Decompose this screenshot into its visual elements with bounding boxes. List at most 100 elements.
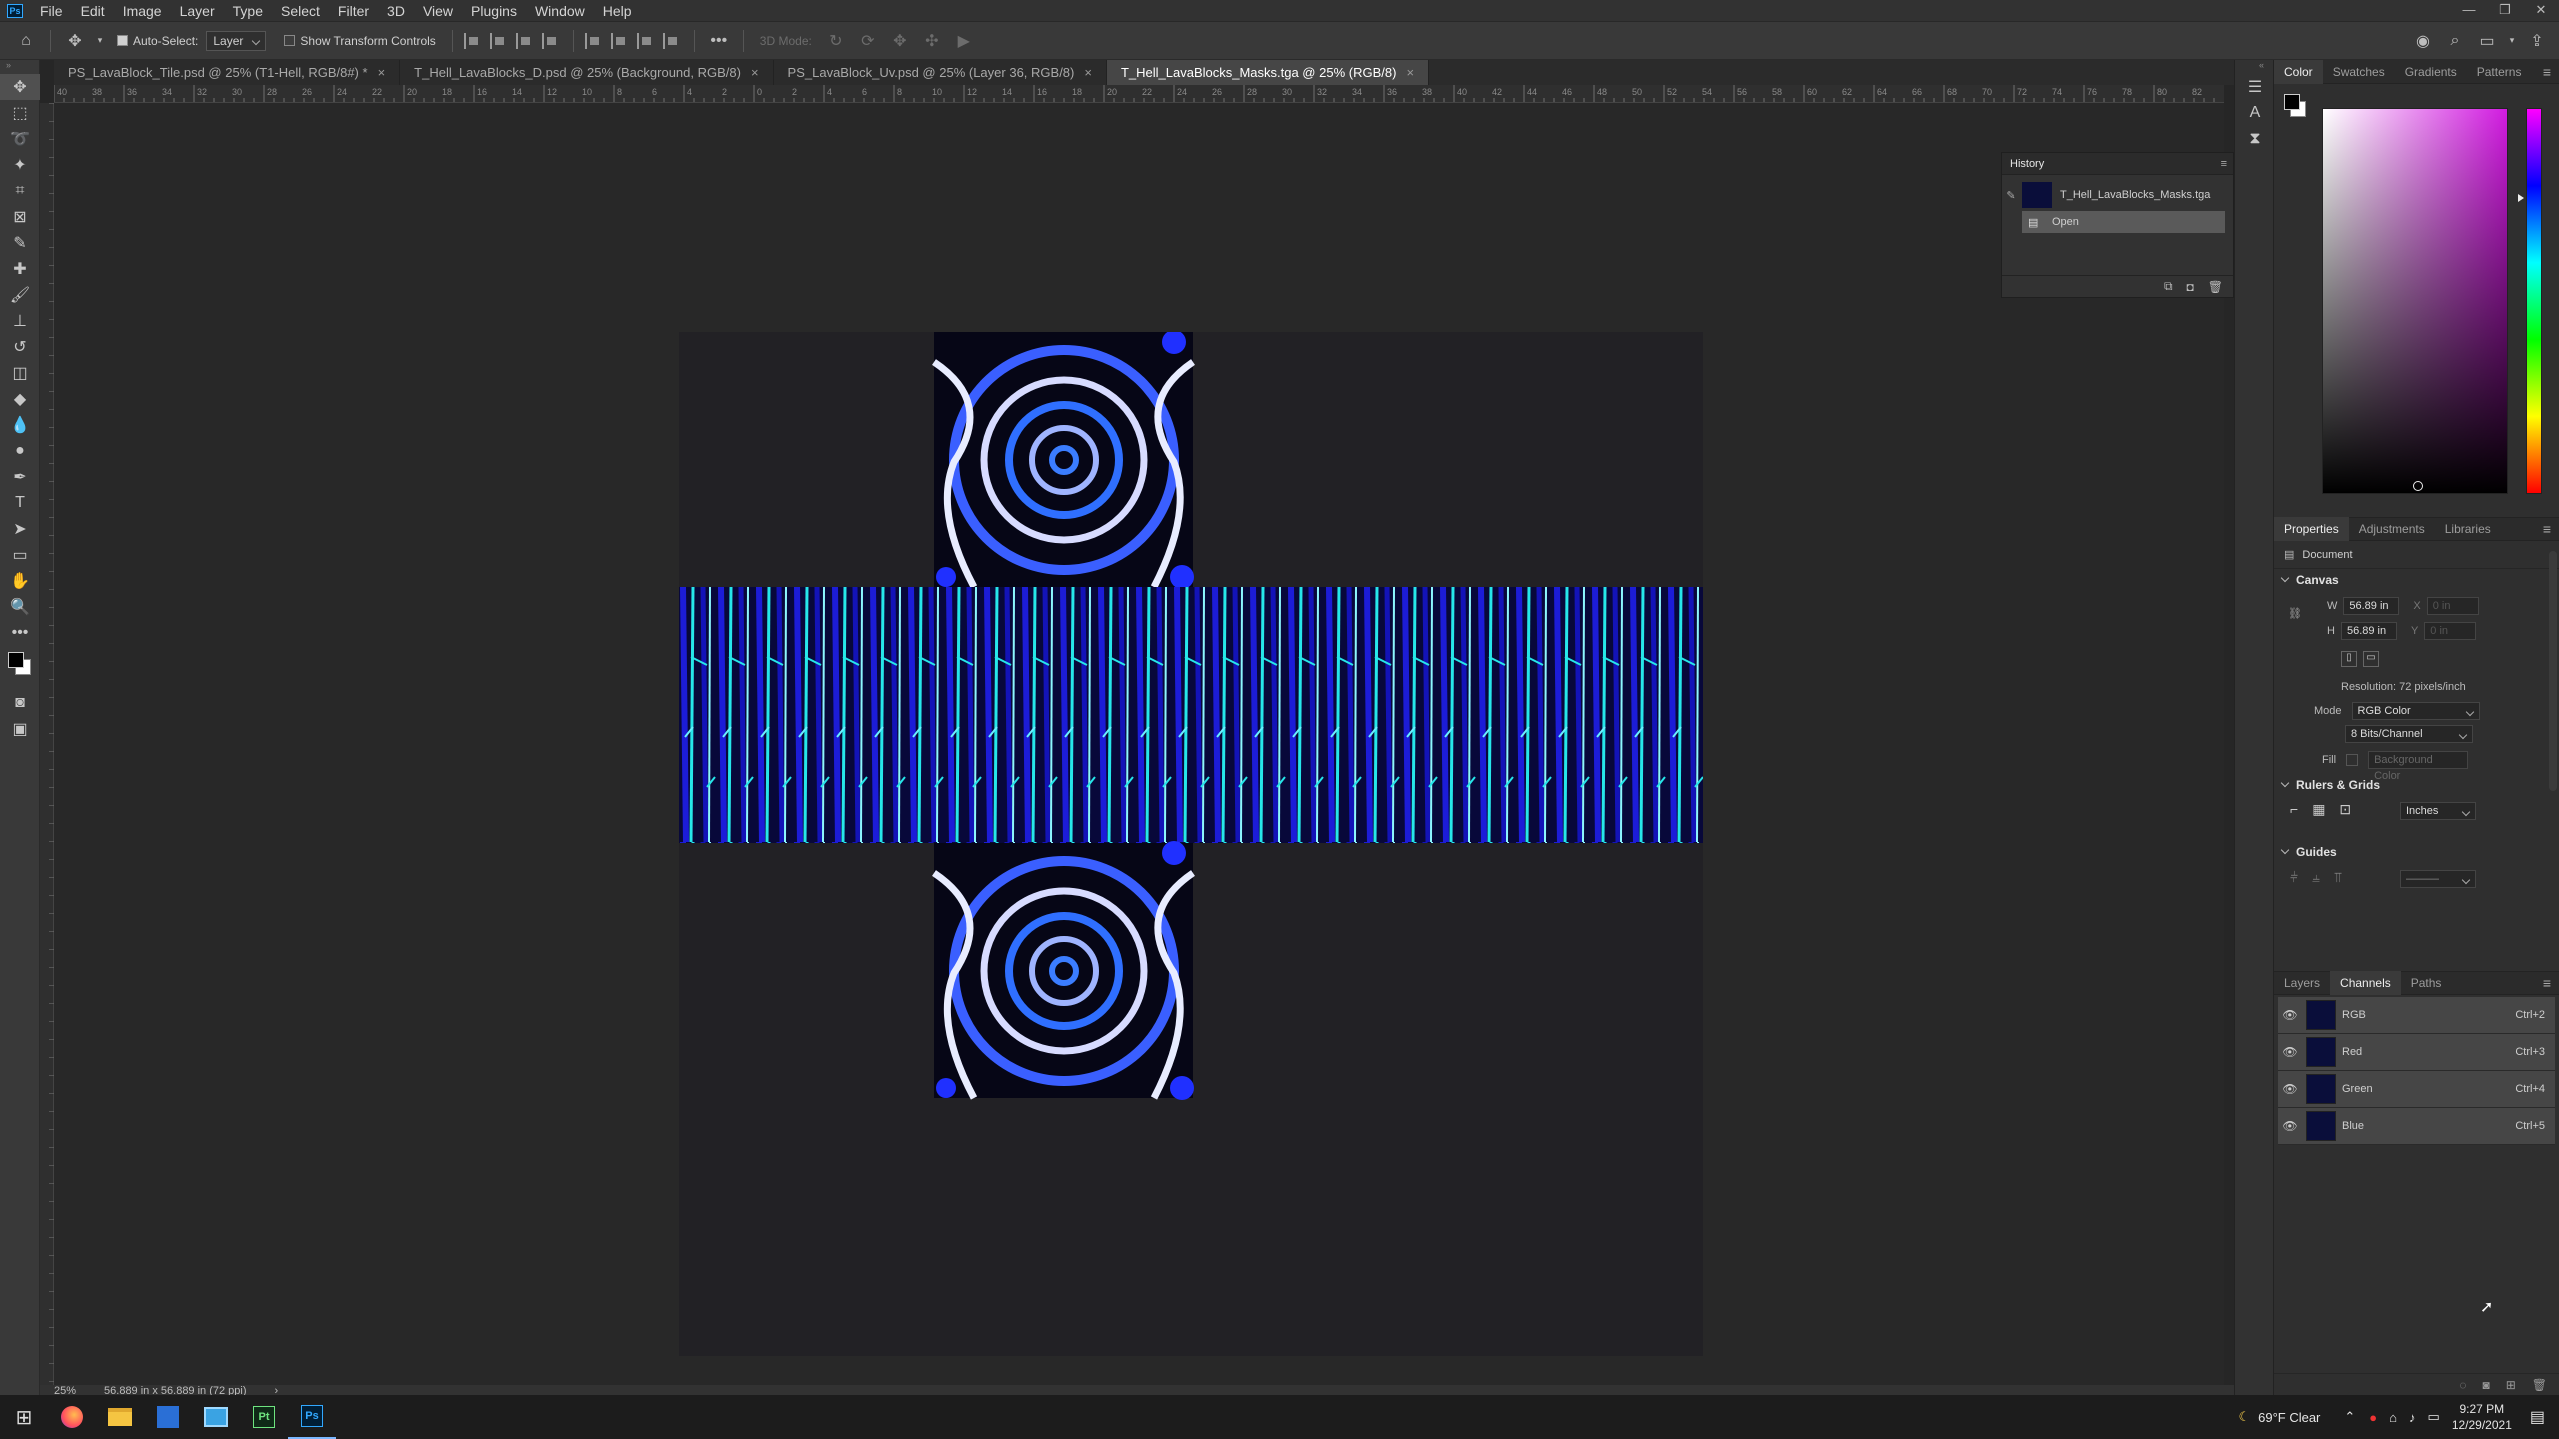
align-bottom-icon[interactable] (636, 32, 657, 49)
path-selection-tool-icon[interactable]: ➤ (0, 516, 40, 542)
guides-lock-icon[interactable]: ⫨ (2312, 869, 2320, 886)
photoshop-logo-icon[interactable]: Ps (7, 3, 23, 18)
hue-slider-handle[interactable] (2518, 194, 2524, 202)
menu-filter[interactable]: Filter (329, 3, 378, 19)
3d-roll-icon[interactable]: ⟳ (856, 29, 880, 53)
substance-painter-icon[interactable]: Pt (240, 1395, 288, 1439)
home-icon[interactable]: ⌂ (14, 29, 38, 53)
align-right-icon[interactable] (515, 32, 536, 49)
paint-bucket-tool-icon[interactable]: ◆ (0, 386, 40, 412)
tab-close-icon[interactable]: × (378, 65, 386, 80)
align-left-icon[interactable] (463, 32, 484, 49)
visibility-eye-icon[interactable]: 👁 (2278, 1082, 2302, 1096)
firefox-icon[interactable] (48, 1395, 96, 1439)
menu-plugins[interactable]: Plugins (462, 3, 526, 19)
document-tab[interactable]: PS_LavaBlock_Tile.psd @ 25% (T1-Hell, RG… (54, 60, 401, 85)
new-channel-icon[interactable]: ⊞ (2506, 1378, 2516, 1392)
learn-icon[interactable]: ☰ (2235, 74, 2275, 100)
tab-libraries[interactable]: Libraries (2435, 517, 2501, 541)
fill-dropdown[interactable]: Background Color (2368, 751, 2469, 782)
minimize-icon[interactable]: — (2451, 0, 2487, 22)
screen-mode-icon[interactable]: ▣ (0, 716, 40, 742)
tab-layers[interactable]: Layers (2274, 971, 2330, 995)
tab-adjustments[interactable]: Adjustments (2349, 517, 2435, 541)
crop-tool-icon[interactable]: ⌗ (0, 178, 40, 204)
pixel-grid-icon[interactable]: ⊡ (2339, 801, 2351, 818)
width-field[interactable]: 56.89 in (2343, 597, 2400, 615)
ruler-units-dropdown[interactable]: Inches (2400, 802, 2476, 820)
eraser-tool-icon[interactable]: ◫ (0, 360, 40, 386)
document-tab[interactable]: T_Hell_LavaBlocks_Masks.tga @ 25% (RGB/8… (1106, 60, 1430, 85)
type-tool-icon[interactable]: T (0, 490, 40, 516)
menu-image[interactable]: Image (114, 3, 171, 19)
photoshop-taskbar-icon[interactable]: Ps (288, 1395, 336, 1439)
distribute-icon[interactable] (541, 32, 562, 49)
chevron-down-icon[interactable]: ▾ (95, 29, 105, 53)
zoom-tool-icon[interactable]: 🔍 (0, 594, 40, 620)
panel-menu-icon[interactable]: ≡ (2543, 64, 2551, 80)
share-icon[interactable]: ⇪ (2525, 29, 2549, 53)
photos-app-icon[interactable] (192, 1395, 240, 1439)
tab-gradients[interactable]: Gradients (2395, 60, 2467, 84)
tab-paths[interactable]: Paths (2401, 971, 2452, 995)
canvas-section-header[interactable]: Canvas (2274, 569, 2559, 591)
magic-wand-tool-icon[interactable]: ✦ (0, 152, 40, 178)
weather-text[interactable]: 69°F Clear (2258, 1410, 2320, 1425)
vertical-ruler[interactable] (40, 103, 54, 1385)
tab-close-icon[interactable]: × (751, 65, 759, 80)
3d-slide-icon[interactable]: ✣ (920, 29, 944, 53)
align-top-icon[interactable] (584, 32, 605, 49)
frame-tool-icon[interactable]: ⊠ (0, 204, 40, 230)
panel-menu-icon[interactable]: ≡ (2543, 521, 2551, 537)
fill-swatch[interactable] (2346, 754, 2359, 766)
properties-scrollbar[interactable] (2549, 551, 2557, 791)
quick-mask-icon[interactable]: ◙ (0, 690, 40, 716)
camera-icon[interactable]: ◘ (2187, 280, 2194, 294)
history-state-open[interactable]: ▤ Open (2022, 211, 2225, 233)
rulers-grids-header[interactable]: Rulers & Grids (2274, 774, 2559, 796)
tray-chevron-icon[interactable]: ⌃ (2344, 1409, 2355, 1425)
load-channel-selection-icon[interactable]: ◌ (2459, 1378, 2466, 1392)
link-icon[interactable]: ⛓ (2288, 607, 2302, 620)
channel-row-green[interactable]: 👁 Green Ctrl+4 (2278, 1071, 2555, 1108)
tab-channels[interactable]: Channels (2330, 971, 2401, 995)
guides-header[interactable]: Guides (2274, 841, 2559, 863)
document-canvas[interactable] (679, 332, 1703, 1356)
menu-edit[interactable]: Edit (72, 3, 114, 19)
channel-row-rgb[interactable]: 👁 RGB Ctrl+2 (2278, 997, 2555, 1034)
history-menu-icon[interactable]: ≡ (2221, 158, 2227, 170)
history-icon[interactable]: ⧗ (2235, 126, 2275, 152)
dodge-tool-icon[interactable]: ● (0, 438, 40, 464)
workspace-chevron-icon[interactable]: ▾ (2507, 29, 2517, 53)
guides-new-icon[interactable]: ⫪ (2334, 869, 2342, 886)
tab-close-icon[interactable]: × (1084, 65, 1092, 80)
show-transform-checkbox[interactable]: Show Transform Controls (284, 34, 436, 48)
align-center-icon[interactable] (489, 32, 510, 49)
color-swatches[interactable] (0, 646, 39, 690)
collapse-toolbar-icon[interactable]: » (0, 60, 39, 74)
tab-swatches[interactable]: Swatches (2323, 60, 2395, 84)
auto-select-checkbox[interactable]: Auto-Select: (117, 34, 198, 48)
tray-app-icon[interactable]: ● (2369, 1410, 2377, 1425)
3d-orbit-icon[interactable]: ↻ (824, 29, 848, 53)
pen-tool-icon[interactable]: ✒ (0, 464, 40, 490)
color-picker-cursor[interactable] (2413, 481, 2423, 491)
menu-file[interactable]: File (31, 3, 72, 19)
close-icon[interactable]: ✕ (2523, 0, 2559, 22)
volume-icon[interactable]: ♪ (2409, 1410, 2416, 1425)
visibility-eye-icon[interactable]: 👁 (2278, 1008, 2302, 1022)
notifications-icon[interactable]: ▤ (2530, 1407, 2545, 1427)
canvas-workarea[interactable] (54, 103, 2224, 1385)
healing-brush-tool-icon[interactable]: ✚ (0, 256, 40, 282)
brush-tool-icon[interactable]: 🖌 (0, 282, 40, 308)
workspace-icon[interactable]: ▭ (2475, 29, 2499, 53)
menu-select[interactable]: Select (272, 3, 329, 19)
bit-depth-dropdown[interactable]: 8 Bits/Channel (2345, 725, 2473, 743)
landscape-orientation-icon[interactable]: ▭ (2363, 651, 2379, 667)
visibility-eye-icon[interactable]: 👁 (2278, 1119, 2302, 1133)
clone-stamp-tool-icon[interactable]: ⊥ (0, 308, 40, 334)
character-icon[interactable]: A (2235, 100, 2275, 126)
tab-close-icon[interactable]: × (1406, 65, 1414, 80)
color-field[interactable] (2322, 108, 2508, 494)
history-snapshot[interactable]: ✎ T_Hell_LavaBlocks_Masks.tga (2002, 179, 2233, 211)
